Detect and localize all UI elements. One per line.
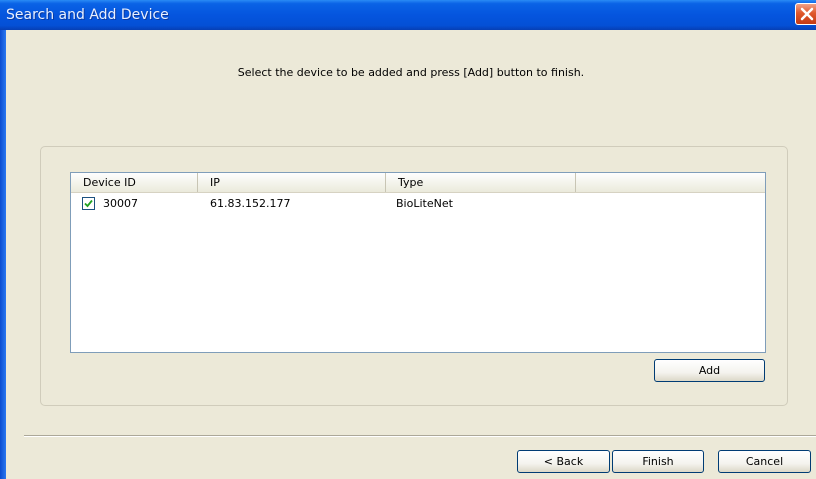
finish-button[interactable]: Finish [612, 450, 704, 473]
cancel-button[interactable]: Cancel [718, 450, 811, 473]
device-row[interactable]: 30007 61.83.152.177 BioLiteNet [71, 194, 765, 212]
window-left-border [0, 30, 6, 479]
column-header-ip[interactable]: IP [198, 173, 386, 192]
column-header-type[interactable]: Type [386, 173, 576, 192]
footer-divider [24, 435, 816, 437]
back-button[interactable]: < Back [517, 450, 610, 473]
column-header-device-id[interactable]: Device ID [71, 173, 198, 192]
device-type-cell: BioLiteNet [396, 197, 453, 210]
device-ip-cell: 61.83.152.177 [210, 197, 291, 210]
device-list-header: Device ID IP Type [71, 173, 765, 193]
window-title: Search and Add Device [6, 7, 169, 23]
checkmark-icon [84, 199, 93, 208]
close-icon [800, 7, 814, 21]
device-checkbox[interactable] [82, 197, 95, 210]
device-id-cell: 30007 [103, 197, 138, 210]
device-list[interactable]: Device ID IP Type 30007 61.83.152.177 Bi… [70, 172, 766, 353]
close-button[interactable] [795, 3, 816, 25]
add-button[interactable]: Add [654, 359, 765, 382]
instruction-text: Select the device to be added and press … [237, 66, 585, 79]
title-bar[interactable]: Search and Add Device [0, 0, 816, 30]
